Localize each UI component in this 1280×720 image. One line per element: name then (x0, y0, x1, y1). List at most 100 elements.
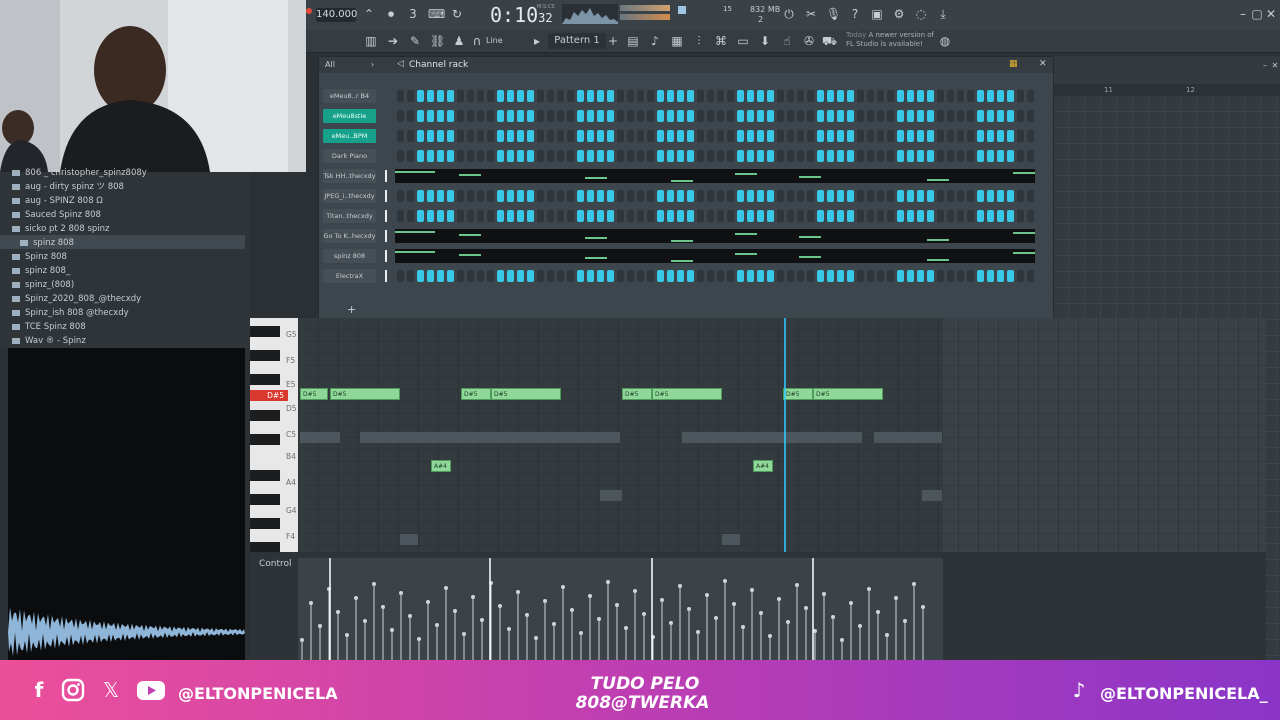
step-button[interactable] (557, 130, 564, 142)
step-button[interactable] (837, 190, 844, 202)
velocity-handle[interactable] (678, 584, 682, 588)
step-button[interactable] (607, 110, 614, 122)
black-key[interactable] (250, 374, 280, 385)
step-button[interactable] (847, 270, 854, 282)
step-button[interactable] (577, 150, 584, 162)
velocity-handle[interactable] (669, 621, 673, 625)
step-button[interactable] (907, 90, 914, 102)
midi-note[interactable]: A#4 (753, 460, 773, 472)
browser-item[interactable]: spinz 808_ (12, 264, 70, 278)
channel-button[interactable]: JPEG_i..thecxdy (323, 189, 376, 203)
step-button[interactable] (647, 110, 654, 122)
step-button[interactable] (937, 270, 944, 282)
step-button[interactable] (747, 90, 754, 102)
piano-keyboard[interactable]: G5 F5 E5 D#5 D5 C5 B4 A4 G4 F4 (250, 318, 298, 553)
velocity-handle[interactable] (687, 607, 691, 611)
step-button[interactable] (667, 90, 674, 102)
rack-close-icon[interactable]: ✕ (1039, 59, 1047, 69)
step-button[interactable] (887, 130, 894, 142)
step-button[interactable] (747, 190, 754, 202)
channel-button[interactable]: spinz 808 (323, 249, 376, 263)
step-button[interactable] (657, 270, 664, 282)
step-button[interactable] (1007, 210, 1014, 222)
browser-item[interactable]: Spinz_2020_808_@thecxdy (12, 292, 141, 306)
step-button[interactable] (1027, 110, 1034, 122)
browser-item[interactable]: spinz_(808) (12, 278, 74, 292)
step-button[interactable] (537, 190, 544, 202)
step-button[interactable] (627, 110, 634, 122)
step-button[interactable] (487, 270, 494, 282)
step-button[interactable] (447, 210, 454, 222)
step-button[interactable] (427, 210, 434, 222)
step-button[interactable] (887, 90, 894, 102)
step-button[interactable] (917, 90, 924, 102)
power-icon[interactable]: ⏻ (782, 7, 796, 21)
step-button[interactable] (907, 210, 914, 222)
velocity-handle[interactable] (552, 622, 556, 626)
velocity-handle[interactable] (831, 615, 835, 619)
step-button[interactable] (857, 190, 864, 202)
black-key[interactable] (250, 410, 280, 421)
step-button[interactable] (857, 90, 864, 102)
step-button[interactable] (437, 150, 444, 162)
step-button[interactable] (647, 130, 654, 142)
step-button[interactable] (647, 270, 654, 282)
step-button[interactable] (497, 150, 504, 162)
step-button[interactable] (937, 190, 944, 202)
step-button[interactable] (627, 210, 634, 222)
step-button[interactable] (497, 130, 504, 142)
channel-rack-icon[interactable]: ▦ (670, 34, 684, 48)
step-button[interactable] (447, 110, 454, 122)
step-button[interactable] (467, 210, 474, 222)
step-button[interactable] (957, 110, 964, 122)
step-button[interactable] (927, 90, 934, 102)
step-button[interactable] (457, 90, 464, 102)
velocity-handle[interactable] (471, 595, 475, 599)
step-button[interactable] (817, 210, 824, 222)
step-button[interactable] (857, 150, 864, 162)
step-button[interactable] (417, 110, 424, 122)
step-button[interactable] (487, 210, 494, 222)
browser-item[interactable]: 806 _ christopher_spinz808y (12, 166, 147, 180)
step-button[interactable] (477, 270, 484, 282)
step-button[interactable] (477, 210, 484, 222)
step-button[interactable] (937, 130, 944, 142)
step-button[interactable] (627, 130, 634, 142)
step-button[interactable] (957, 130, 964, 142)
play-icon[interactable]: ▸ (530, 34, 544, 48)
step-button[interactable] (877, 270, 884, 282)
plugin-picker-icon[interactable]: ⌘ (714, 34, 728, 48)
channel-pianoroll-preview[interactable] (395, 249, 1035, 263)
step-button[interactable] (437, 110, 444, 122)
step-button[interactable] (777, 270, 784, 282)
step-button[interactable] (927, 190, 934, 202)
step-button[interactable] (927, 130, 934, 142)
graph-icon[interactable]: ▦ (1009, 59, 1018, 69)
step-button[interactable] (617, 270, 624, 282)
step-button[interactable] (787, 90, 794, 102)
step-button[interactable] (827, 130, 834, 142)
velocity-handle[interactable] (300, 638, 304, 642)
step-button[interactable] (587, 130, 594, 142)
velocity-handle[interactable] (597, 617, 601, 621)
step-button[interactable] (917, 210, 924, 222)
step-button[interactable] (777, 90, 784, 102)
step-button[interactable] (797, 110, 804, 122)
step-button[interactable] (407, 210, 414, 222)
step-button[interactable] (897, 110, 904, 122)
channel-button[interactable]: eMeu8stie (323, 109, 376, 123)
step-button[interactable] (957, 150, 964, 162)
step-button[interactable] (507, 190, 514, 202)
minimize-icon[interactable]: – (1236, 7, 1250, 21)
velocity-handle[interactable] (804, 606, 808, 610)
step-button[interactable] (597, 270, 604, 282)
step-button[interactable] (497, 270, 504, 282)
step-button[interactable] (637, 90, 644, 102)
step-button[interactable] (557, 150, 564, 162)
step-button[interactable] (887, 150, 894, 162)
step-button[interactable] (937, 210, 944, 222)
step-button[interactable] (647, 90, 654, 102)
step-button[interactable] (537, 130, 544, 142)
step-button[interactable] (787, 270, 794, 282)
step-button[interactable] (987, 270, 994, 282)
